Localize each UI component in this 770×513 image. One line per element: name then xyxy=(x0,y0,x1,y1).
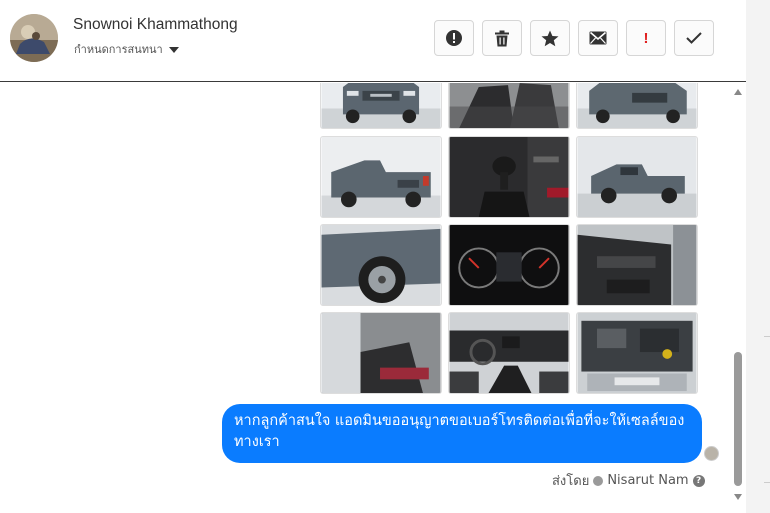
sender-name[interactable]: Nisarut Nam xyxy=(607,473,688,488)
conversation-header: Snownoi Khammathong กำหนดการสนทนา ! xyxy=(0,0,746,82)
photo-truck-rear[interactable] xyxy=(320,136,442,218)
photo-door-panel[interactable] xyxy=(576,224,698,306)
photo-engine-bay[interactable] xyxy=(576,312,698,394)
chevron-down-icon xyxy=(168,46,179,53)
divider xyxy=(764,336,770,337)
conversation-label-text: กำหนดการสนทนา xyxy=(74,44,163,56)
help-icon[interactable]: ? xyxy=(692,474,705,487)
photo-rear-seats[interactable] xyxy=(320,312,442,394)
done-button[interactable] xyxy=(674,20,714,56)
photo-gear-shift[interactable] xyxy=(448,136,570,218)
trash-icon xyxy=(494,30,510,47)
conversation-label-dropdown[interactable]: กำหนดการสนทนา xyxy=(74,40,179,58)
divider xyxy=(764,482,770,483)
mark-spam-button[interactable] xyxy=(434,20,474,56)
mark-unread-button[interactable] xyxy=(578,20,618,56)
right-panel-edge xyxy=(746,0,770,513)
photo-truck-side[interactable] xyxy=(576,136,698,218)
scrollbar-thumb[interactable] xyxy=(734,352,742,486)
photo-truck-front-angle[interactable] xyxy=(576,83,698,129)
photo-dashboard[interactable] xyxy=(448,312,570,394)
check-icon xyxy=(686,32,702,44)
contact-name[interactable]: Snownoi Khammathong xyxy=(73,16,238,34)
messenger-window: Snownoi Khammathong กำหนดการสนทนา ! หากล… xyxy=(0,0,770,513)
star-button[interactable] xyxy=(530,20,570,56)
sent-by-line: ส่งโดย Nisarut Nam ? xyxy=(552,470,705,491)
contact-avatar[interactable] xyxy=(10,14,58,62)
photo-wheel-closeup[interactable] xyxy=(320,224,442,306)
photo-album xyxy=(320,83,700,395)
urgent-icon: ! xyxy=(643,29,649,47)
sent-by-label: ส่งโดย xyxy=(552,474,590,489)
scroll-down-arrow[interactable] xyxy=(734,494,742,500)
photo-truck-front[interactable] xyxy=(320,83,442,129)
star-icon xyxy=(541,30,559,47)
alert-icon xyxy=(445,29,463,47)
photo-instrument-cluster[interactable] xyxy=(448,224,570,306)
photo-seats-interior[interactable] xyxy=(448,83,570,129)
delete-button[interactable] xyxy=(482,20,522,56)
seen-avatar xyxy=(704,446,719,461)
action-toolbar: ! xyxy=(434,20,714,56)
mail-icon xyxy=(589,31,607,45)
scroll-up-arrow[interactable] xyxy=(734,89,742,95)
verified-icon xyxy=(593,475,604,486)
urgent-button[interactable]: ! xyxy=(626,20,666,56)
message-bubble[interactable]: หากลูกค้าสนใจ แอดมินขออนุญาตขอเบอร์โทรติ… xyxy=(222,404,702,463)
